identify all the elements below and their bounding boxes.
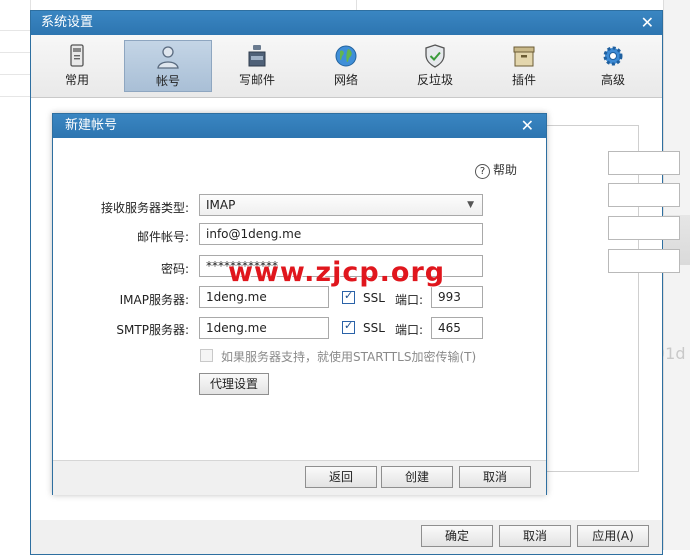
- proxy-settings-button[interactable]: 代理设置: [199, 373, 269, 395]
- gear-icon: [603, 46, 623, 66]
- tab-account[interactable]: 帐号: [124, 40, 212, 92]
- imap-port-label: 端口:: [395, 293, 424, 307]
- imap-server-label: IMAP服务器:: [119, 293, 189, 307]
- phone-icon: [70, 44, 84, 67]
- help-link[interactable]: ? 帮助: [475, 161, 517, 179]
- globe-icon: [335, 45, 357, 67]
- tab-plugins[interactable]: 插件: [480, 40, 568, 92]
- smtp-ssl-checkbox[interactable]: [342, 319, 355, 334]
- background-field: [608, 183, 680, 207]
- background-field: [608, 249, 680, 273]
- dialog-cancel-button[interactable]: 取消: [459, 466, 531, 488]
- box-icon: [513, 46, 535, 67]
- close-icon[interactable]: ✕: [641, 11, 654, 35]
- smtp-port-label: 端口:: [395, 323, 424, 337]
- imap-server-input[interactable]: 1deng.me: [199, 286, 329, 308]
- server-type-label: 接收服务器类型:: [100, 201, 189, 215]
- shield-icon: [425, 44, 445, 68]
- starttls-checkbox[interactable]: [200, 349, 213, 362]
- tab-general[interactable]: 常用: [33, 40, 121, 92]
- user-icon: [157, 46, 179, 69]
- chevron-down-icon: ▼: [467, 200, 474, 210]
- background-panel: 91d: [655, 0, 690, 550]
- password-label: 密码:: [160, 262, 189, 276]
- new-account-dialog: 新建帐号 ✕ ? 帮助 接收服务器类型: IMAP ▼ 邮件帐号: info@1d…: [52, 113, 547, 495]
- account-label: 邮件帐号:: [136, 230, 189, 244]
- smtp-server-label: SMTP服务器:: [116, 323, 189, 337]
- background-field: [608, 216, 680, 240]
- new-account-title-bar: 新建帐号 ✕: [53, 114, 546, 138]
- imap-port-input[interactable]: 993: [431, 286, 483, 308]
- create-button[interactable]: 创建: [381, 466, 453, 488]
- new-account-title: 新建帐号: [65, 118, 118, 133]
- ok-button[interactable]: 确定: [421, 525, 493, 547]
- apply-button[interactable]: 应用(A): [577, 525, 649, 547]
- tab-network[interactable]: 网络: [302, 40, 390, 92]
- back-button[interactable]: 返回: [305, 466, 377, 488]
- smtp-server-input[interactable]: 1deng.me: [199, 317, 329, 339]
- help-label: 帮助: [493, 163, 518, 177]
- watermark-text: www.zjcp.org: [228, 257, 446, 288]
- tab-label: 插件: [511, 73, 536, 87]
- settings-toolbar: 常用 帐号 写邮件 网络 反垃圾 插件 高级: [31, 35, 662, 98]
- settings-title: 系统设置: [41, 15, 94, 30]
- server-type-select[interactable]: IMAP ▼: [199, 194, 483, 216]
- close-icon[interactable]: ✕: [521, 114, 534, 138]
- imap-ssl-checkbox[interactable]: [342, 289, 355, 304]
- server-type-value: IMAP: [206, 198, 236, 212]
- help-icon: ?: [475, 164, 490, 179]
- background-field: [608, 151, 680, 175]
- tab-label: 反垃圾: [416, 73, 453, 87]
- tab-advanced[interactable]: 高级: [569, 40, 657, 92]
- ink-bottle-icon: [248, 45, 266, 67]
- smtp-ssl-label: SSL: [363, 321, 385, 335]
- background-window-edge: [30, 0, 357, 10]
- new-account-footer: 返回 创建 取消: [53, 460, 546, 495]
- cancel-button[interactable]: 取消: [499, 525, 571, 547]
- tab-label: 帐号: [155, 74, 180, 88]
- smtp-port-input[interactable]: 465: [431, 317, 483, 339]
- settings-title-bar: 系统设置 ✕: [31, 11, 662, 35]
- starttls-label: 如果服务器支持，就使用STARTTLS加密传输(T): [221, 350, 477, 364]
- account-input[interactable]: info@1deng.me: [199, 223, 483, 245]
- tab-label: 写邮件: [238, 73, 275, 87]
- tab-antispam[interactable]: 反垃圾: [391, 40, 479, 92]
- tab-label: 常用: [64, 73, 89, 87]
- imap-ssl-label: SSL: [363, 291, 385, 305]
- tab-label: 高级: [600, 73, 625, 87]
- background-list: [0, 0, 31, 550]
- tab-compose[interactable]: 写邮件: [213, 40, 301, 92]
- tab-label: 网络: [333, 73, 358, 87]
